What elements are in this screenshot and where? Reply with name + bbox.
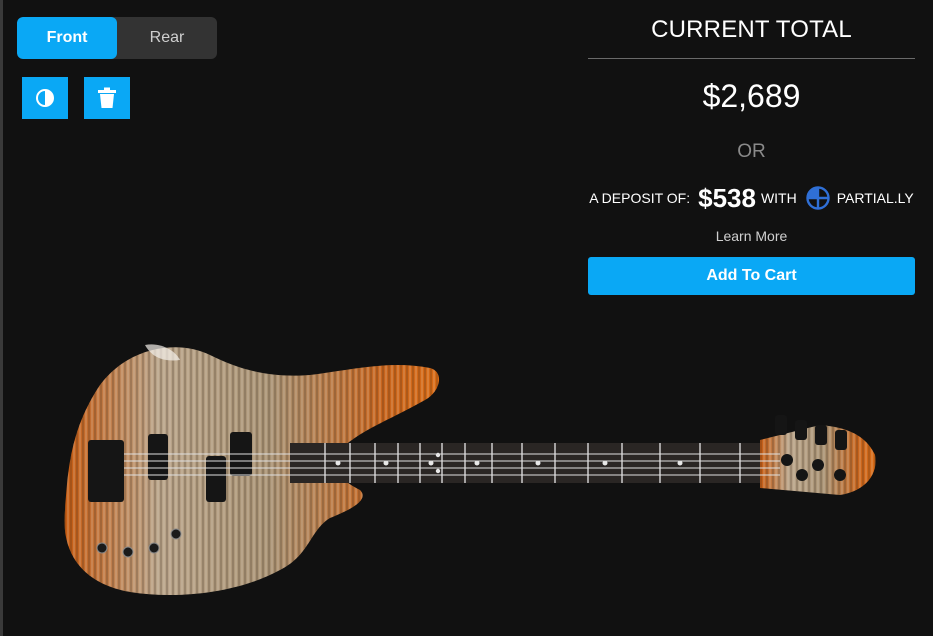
bass-guitar-preview — [64, 344, 876, 596]
contrast-icon — [36, 89, 54, 107]
title-divider — [588, 58, 915, 59]
view-toggle: Front Rear — [17, 17, 217, 59]
left-edge-divider — [0, 0, 3, 636]
deposit-row: A DEPOSIT OF: $538 WITH PARTIAL.LY — [588, 180, 915, 216]
learn-more-link[interactable]: Learn More — [588, 228, 915, 244]
tab-rear[interactable]: Rear — [117, 17, 217, 59]
deposit-prefix: A DEPOSIT OF: — [589, 190, 691, 206]
partner-name: PARTIAL.LY — [836, 190, 914, 206]
deposit-with: WITH — [760, 190, 797, 206]
trash-icon — [98, 87, 116, 108]
total-price: $2,689 — [702, 78, 801, 114]
partially-logo-icon — [805, 185, 831, 211]
deposit-amount: $538 — [698, 182, 756, 213]
delete-button[interactable] — [84, 77, 130, 119]
add-to-cart-button[interactable]: Add To Cart — [588, 257, 915, 295]
contrast-button[interactable] — [22, 77, 68, 119]
current-total-title: CURRENT TOTAL — [651, 16, 852, 43]
or-label: OR — [737, 141, 766, 162]
tab-front[interactable]: Front — [17, 17, 117, 59]
